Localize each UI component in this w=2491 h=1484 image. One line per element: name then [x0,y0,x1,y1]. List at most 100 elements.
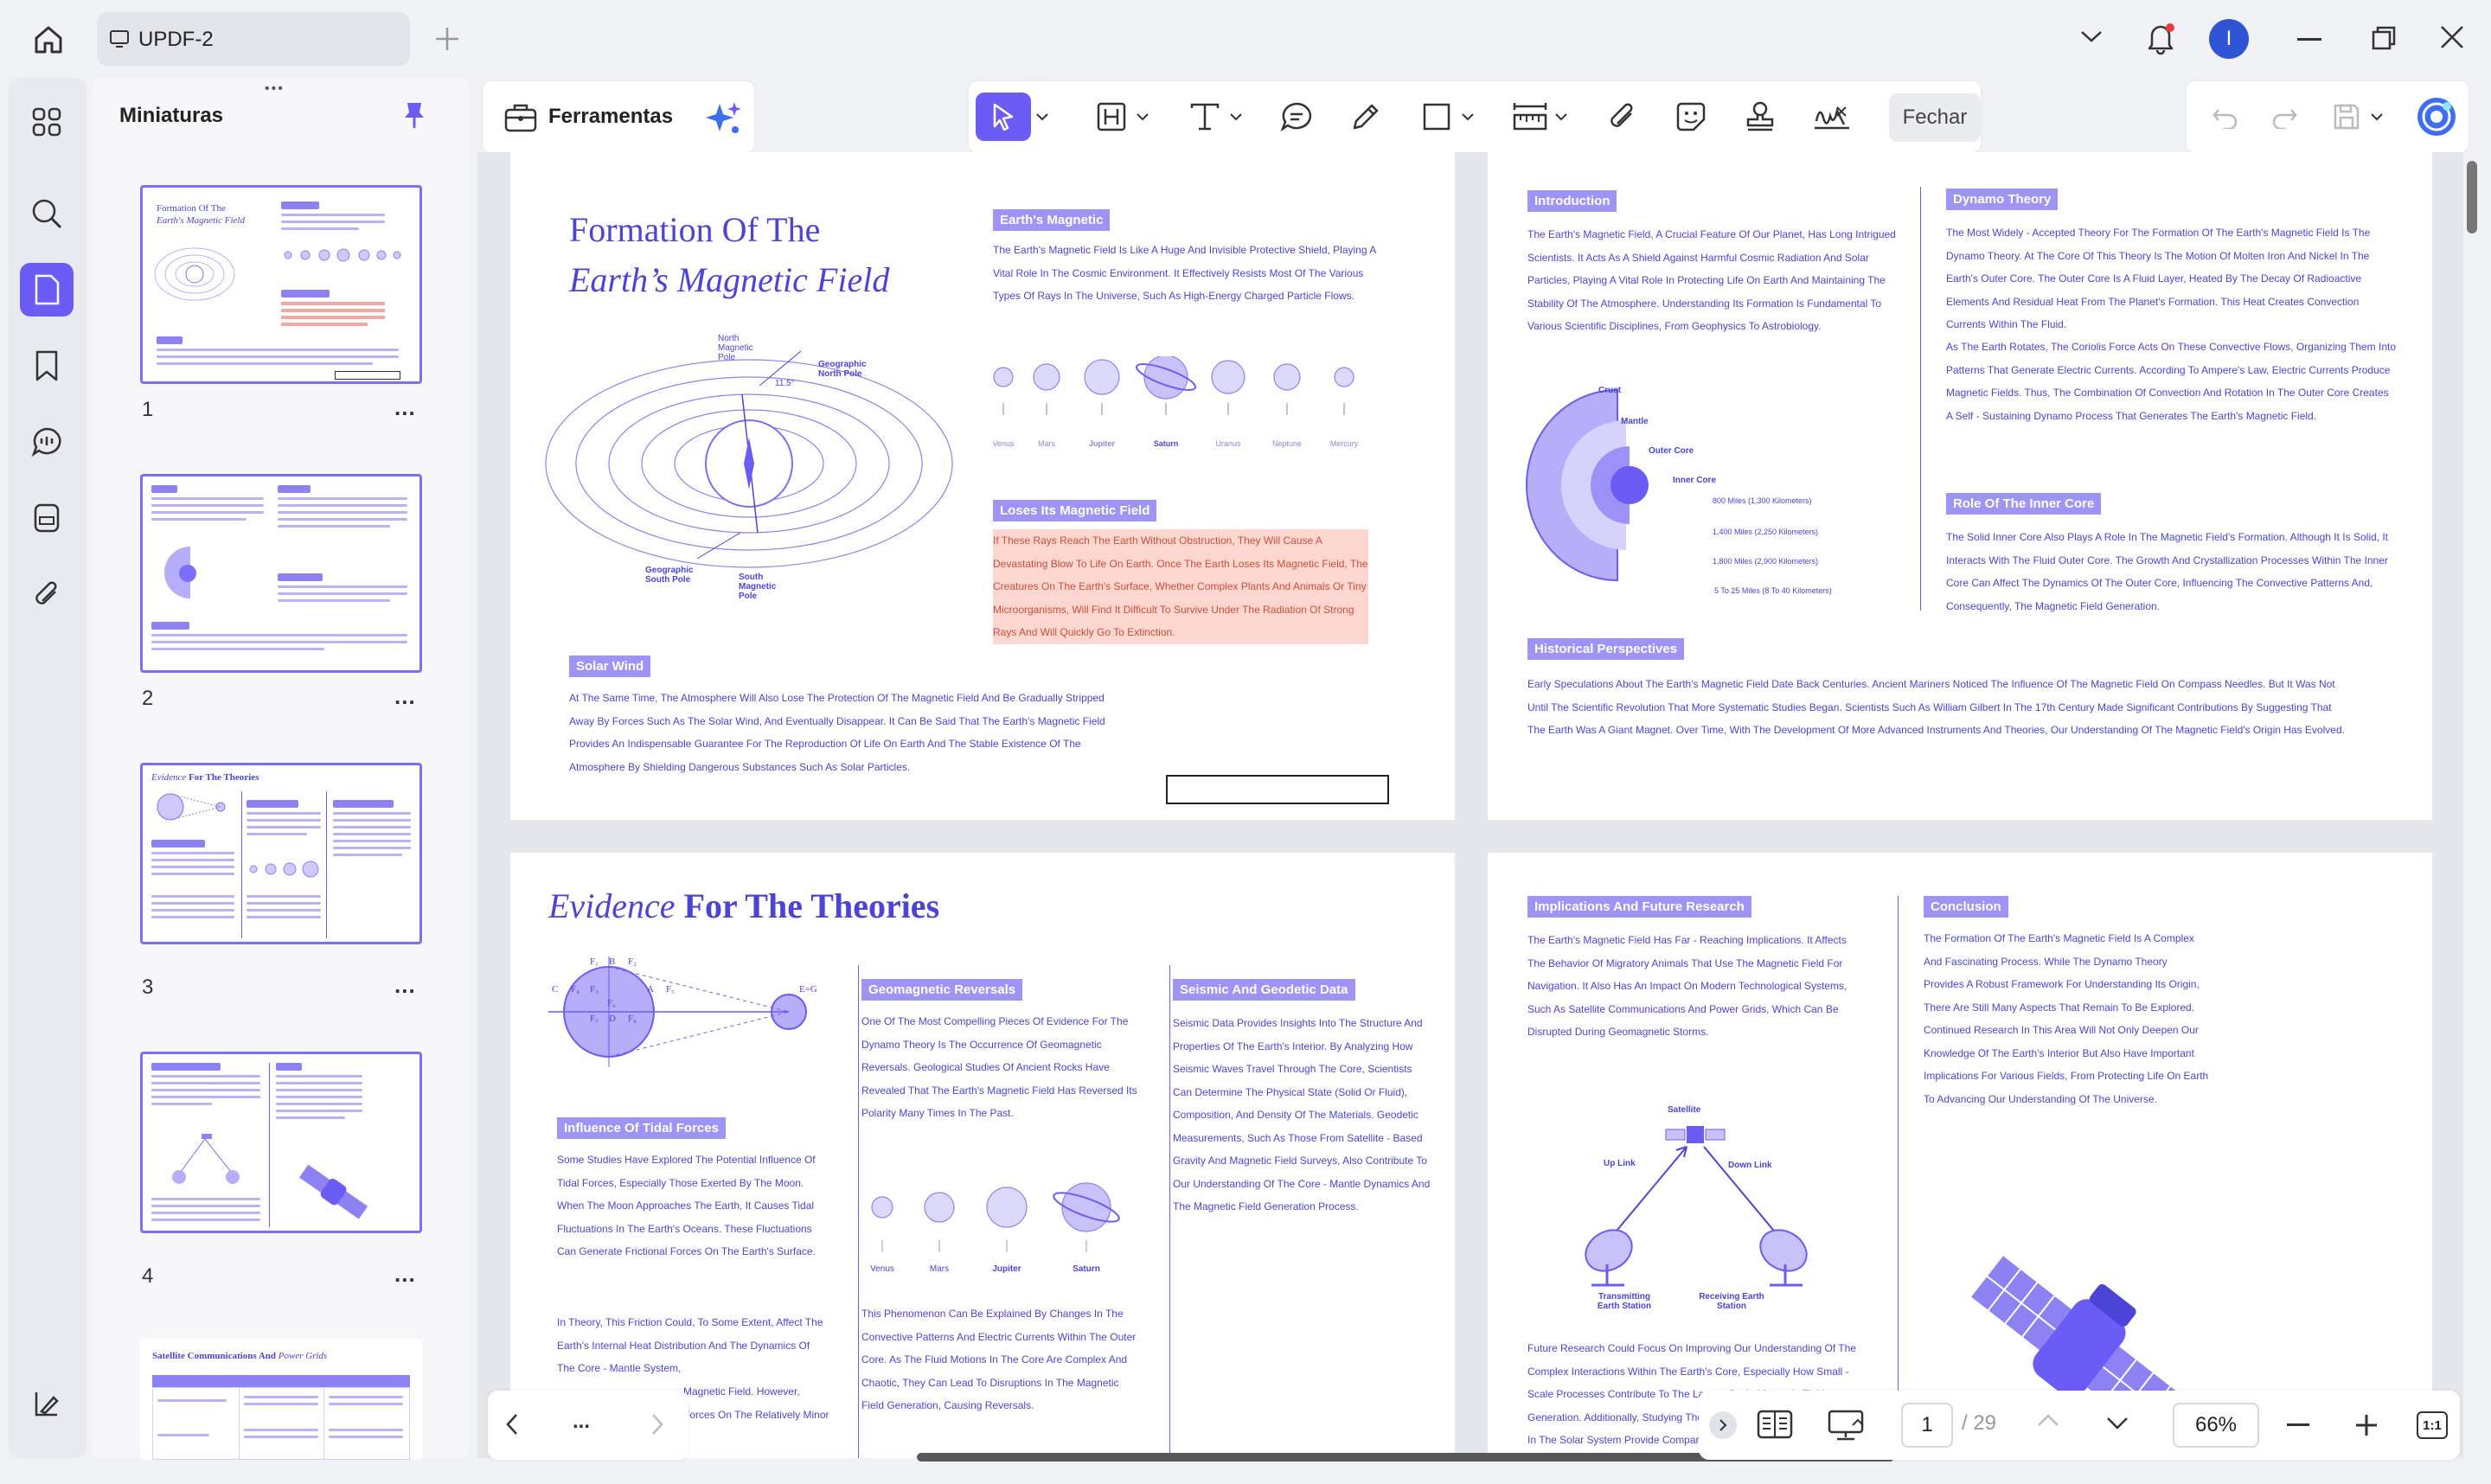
chevron-down-icon[interactable] [1226,93,1246,141]
pin-icon[interactable] [403,100,426,130]
form-icon[interactable] [20,491,74,545]
select-tool-button[interactable] [976,93,1031,141]
ai-sparkle-icon[interactable] [704,100,742,137]
section-text: Early Speculations About The Earth's Mag… [1527,678,2345,736]
new-tab-icon[interactable] [432,24,462,54]
ai-assistant-icon[interactable] [2413,93,2460,141]
chevron-up-icon[interactable] [2036,1411,2060,1429]
notification-bell-icon[interactable] [2145,21,2176,55]
section-header: Loses Its Magnetic Field [993,500,1157,521]
restore-icon[interactable] [2370,24,2398,52]
attachment-tool-icon[interactable] [1600,93,1643,141]
diagram-label: B [609,956,616,967]
attachment-icon[interactable] [20,567,74,621]
redo-icon[interactable] [2263,93,2306,141]
thumbnail-more-icon[interactable]: ... [394,1261,416,1288]
section-text: The Formation Of The Earth's Magnetic Fi… [1924,932,2209,1105]
diagram-label: Down Link [1728,1161,1772,1170]
chevron-left-icon[interactable] [503,1411,521,1437]
diagram-label: F₈ [628,1014,637,1024]
panel-resize-handle[interactable]: ••• [265,81,285,97]
section-text: The Earth's Magnetic Field, A Crucial Fe… [1527,228,1896,332]
thumbnail-more-icon[interactable]: ... [394,394,416,421]
cursor-icon [993,103,1014,131]
actual-size-button[interactable]: 1:1 [2417,1411,2448,1439]
chevron-down-icon[interactable] [1458,93,1477,141]
chevron-down-icon[interactable] [1133,93,1152,141]
highlighted-text[interactable]: If These Rays Reach The Earth Without Ob… [993,529,1368,644]
section-text: Seismic Data Provides Insights Into The … [1173,1017,1431,1212]
chevron-down-icon[interactable] [2105,1415,2129,1432]
tidal-force-diagram [548,956,807,1067]
search-icon[interactable] [20,187,74,240]
comment-tool-icon[interactable] [1275,93,1318,141]
thumbnail-page-5[interactable]: Satellite Communications And Power Grids [140,1339,422,1460]
signature-tool-icon[interactable] [1806,93,1858,141]
diagram-label: Geographic South Pole [645,566,694,585]
pen-tool-icon[interactable] [1344,93,1387,141]
thumbnail-more-icon[interactable]: ... [394,683,416,710]
page-number-input[interactable]: 1 [1901,1403,1953,1448]
document-viewport[interactable]: Formation Of The Earth’s Magnetic Field … [477,152,2463,1458]
diagram-label: E=G [799,984,817,995]
chevron-down-icon[interactable] [1552,93,1571,141]
page-title-italic: Evidence [548,886,676,925]
close-window-icon[interactable] [2439,24,2465,50]
empty-form-box[interactable] [1166,775,1389,804]
bookmark-icon[interactable] [20,339,74,393]
measure-tool-icon[interactable] [1508,93,1552,141]
undo-icon[interactable] [2204,93,2247,141]
tools-card[interactable]: Ferramentas [481,80,756,154]
zoom-out-icon[interactable] [2287,1423,2309,1426]
more-options-icon[interactable]: ... [573,1410,590,1434]
diagram-label: 5 To 25 Miles (8 To 40 Kilometers) [1714,586,1832,595]
zoom-level[interactable]: 66% [2173,1403,2259,1448]
diagram-label: Satellite [1668,1105,1701,1115]
home-icon[interactable] [31,22,66,57]
diagram-label: A [647,984,654,995]
layers-icon[interactable] [20,1377,74,1430]
chevron-down-icon[interactable] [2368,93,2385,141]
chevron-right-icon[interactable] [1709,1411,1737,1439]
section-text: This Phenomenon Can Be Explained By Chan… [861,1308,1137,1411]
thumbnail-page-1[interactable]: Formation Of The Earth's Magnetic Field [140,185,422,384]
chevron-down-icon[interactable] [2079,28,2104,45]
diagram-label: F₁ [590,956,599,967]
comment-icon[interactable] [20,415,74,469]
presentation-icon[interactable] [1827,1408,1865,1442]
thumbnail-page-number: 4 [142,1264,154,1288]
minimize-icon[interactable] [2297,38,2321,41]
two-page-view-icon[interactable] [1756,1408,1794,1442]
text-tool-icon[interactable] [1183,93,1226,141]
avatar[interactable]: I [2209,19,2249,59]
chevron-right-icon[interactable] [649,1411,666,1437]
thumbnail-page-4[interactable] [140,1052,422,1233]
highlight-tool-icon[interactable] [1090,93,1133,141]
thumbnail-heading: Evidence [151,772,187,783]
document-tab[interactable]: UPDF-2 [97,12,410,66]
section-text: The Earth's Magnetic Field Has Far - Rea… [1527,934,1847,1038]
stamp-tool-icon[interactable] [1739,93,1782,141]
thumbnail-page-2[interactable] [140,474,422,673]
earth-layers-diagram [1526,388,1649,582]
diagram-label: Mars [929,1264,950,1274]
section-header: Earth's Magnetic [993,209,1111,231]
vertical-scrollbar[interactable] [2467,161,2477,233]
grid-icon[interactable] [20,95,74,149]
diagram-label: Uranus [1215,439,1241,448]
section-header: Role Of The Inner Core [1946,493,2102,515]
rectangle-tool-icon[interactable] [1415,93,1458,141]
diagram-label: Saturn [1073,1264,1100,1274]
chevron-down-icon[interactable] [1033,93,1052,141]
pages-icon[interactable] [20,263,74,317]
section-header: Influence Of Tidal Forces [557,1117,726,1139]
thumbnail-more-icon[interactable]: ... [394,972,416,999]
close-tools-button[interactable]: Fechar [1889,93,1981,142]
sticker-tool-icon[interactable] [1669,93,1713,141]
diagram-label: F₄ [571,984,580,995]
save-icon[interactable] [2325,93,2368,141]
zoom-in-icon[interactable] [2354,1413,2379,1437]
page-4: Implications And Future Research The Ear… [1488,853,2432,1458]
thumbnail-page-3[interactable]: Evidence For The Theories [140,763,422,944]
diagram-label: South Magnetic Pole [739,572,777,601]
